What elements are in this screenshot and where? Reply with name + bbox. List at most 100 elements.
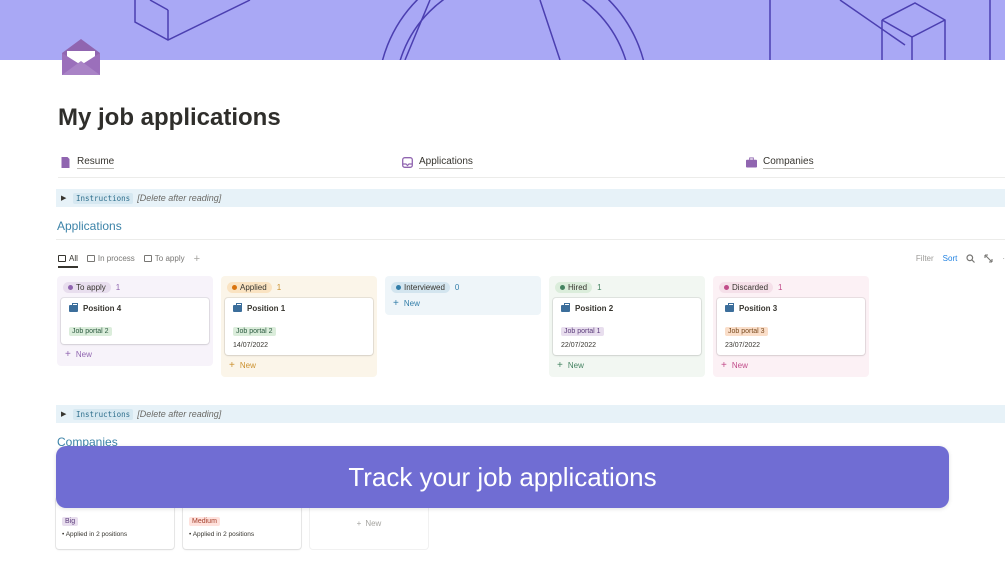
new-card-button[interactable]: + New [389,298,537,309]
document-icon [61,157,70,168]
applications-section-title: Applications [57,219,122,233]
job-portal-tag: Job portal 1 [561,327,604,336]
board-column-applied: Applied 1 Position 1 Job portal 2 14/07/2022… [221,276,377,377]
link-companies-label: Companies [763,156,814,169]
view-tabs-bar: All In process To apply + Filter Sort · [58,250,1005,268]
new-card-label: New [75,350,92,359]
tab-all-label: All [69,254,78,263]
page-title: My job applications [58,104,281,131]
company-size-tag: Big [62,517,79,526]
status-pill: Hired [555,281,593,293]
expand-icon[interactable] [984,254,993,263]
board-view-icon [58,255,66,262]
link-resume-label: Resume [77,156,115,169]
column-count: 1 [778,282,783,292]
instructions-code-label: Instructions [73,192,134,204]
card-title-text: Position 4 [83,304,122,313]
column-count: 1 [597,282,602,292]
card-title: Position 1 [233,303,367,313]
column-header[interactable]: Discarded 1 [717,280,865,294]
section-divider [56,239,1005,240]
new-card-button[interactable]: + New [717,360,865,371]
status-pill: To apply [63,281,111,293]
tab-in-process[interactable]: In process [86,250,135,267]
column-count: 1 [276,282,282,292]
application-card[interactable]: Position 1 Job portal 2 14/07/2022 [225,298,373,355]
briefcase-icon [725,303,734,312]
column-header[interactable]: Applied 1 [225,280,373,294]
application-card[interactable]: Position 2 Job portal 1 22/07/2022 [553,298,701,355]
company-applied-count: • Applied in 2 positions [62,531,128,538]
application-date: 23/07/2022 [725,342,761,349]
column-count: 1 [115,282,121,292]
view-tools: Filter Sort · [916,250,1005,267]
application-date: 14/07/2022 [233,342,269,349]
new-card-button[interactable]: + New [225,360,373,371]
instructions-toggle[interactable]: ▶ Instructions [Delete after reading] [56,405,1005,423]
plus-icon: + [65,349,71,360]
search-icon[interactable] [966,254,976,263]
plus-icon: + [721,360,727,371]
card-title: Position 4 [69,303,203,313]
tab-to-apply[interactable]: To apply [143,250,185,267]
tab-in-process-label: In process [97,254,135,263]
new-card-button[interactable]: + New [61,349,209,360]
job-portal-tag: Job portal 2 [233,327,276,336]
board-column-discarded: Discarded 1 Position 3 Job portal 3 23/07/20… [713,276,869,377]
tab-all[interactable]: All [58,250,78,268]
status-pill: Discarded [719,281,774,293]
application-date: 22/07/2022 [561,342,597,349]
page-envelope-icon[interactable] [60,37,102,77]
column-count: 0 [454,282,460,292]
table-view-icon [143,255,152,262]
briefcase-icon [561,303,570,312]
job-portal-tag: Job portal 2 [69,327,112,336]
column-header[interactable]: Interviewed 0 [389,280,537,294]
promo-caption-banner: Track your job applications [56,446,949,508]
card-title: Position 2 [561,303,695,313]
card-title: Position 3 [725,303,859,313]
link-resume[interactable]: Resume [60,156,115,169]
board-column-interviewed: Interviewed 0 + New [385,276,541,315]
new-card-button[interactable]: + New [553,360,701,371]
board-column-hired: Hired 1 Position 2 Job portal 1 22/07/2022 + N… [549,276,705,377]
toggle-triangle-icon[interactable]: ▶ [61,410,73,418]
instructions-toggle[interactable]: ▶ Instructions [Delete after reading] [56,189,1005,207]
link-companies[interactable]: Companies [746,156,814,169]
status-dot-icon [724,284,729,290]
card-title-text: Position 3 [739,304,778,313]
inbox-icon [402,157,413,168]
instructions-note: [Delete after reading] [137,193,222,203]
toggle-triangle-icon[interactable]: ▶ [61,194,73,202]
filter-button[interactable]: Filter [916,254,934,263]
new-card-label: New [239,361,256,370]
status-dot-icon [68,284,73,290]
status-pill: Interviewed [391,281,450,293]
link-applications[interactable]: Applications [402,156,473,169]
new-card-label: New [403,299,420,308]
status-dot-icon [396,284,401,290]
application-card[interactable]: Position 4 Job portal 2 [61,298,209,344]
new-card-label: New [567,361,584,370]
add-view-icon[interactable]: + [194,253,200,265]
company-size-tag: Medium [189,517,220,526]
plus-icon: + [393,298,399,309]
status-label: Interviewed [404,282,445,292]
table-view-icon [86,255,95,262]
tab-to-apply-label: To apply [154,254,185,263]
promo-caption-text: Track your job applications [348,461,657,492]
plus-icon: + [229,360,235,371]
card-title-text: Position 1 [247,304,286,313]
column-header[interactable]: To apply 1 [61,280,209,294]
card-title-text: Position 2 [575,304,614,313]
application-card[interactable]: Position 3 Job portal 3 23/07/2022 [717,298,865,355]
page-links-row: Resume Applications Companies [58,156,1005,178]
status-dot-icon [232,284,237,290]
link-applications-label: Applications [419,156,473,169]
sort-button[interactable]: Sort [943,254,958,263]
briefcase-icon [233,303,242,312]
instructions-code-label: Instructions [73,408,134,420]
column-header[interactable]: Hired 1 [553,280,701,294]
cover-banner [0,0,1005,60]
plus-icon: + [356,518,362,528]
